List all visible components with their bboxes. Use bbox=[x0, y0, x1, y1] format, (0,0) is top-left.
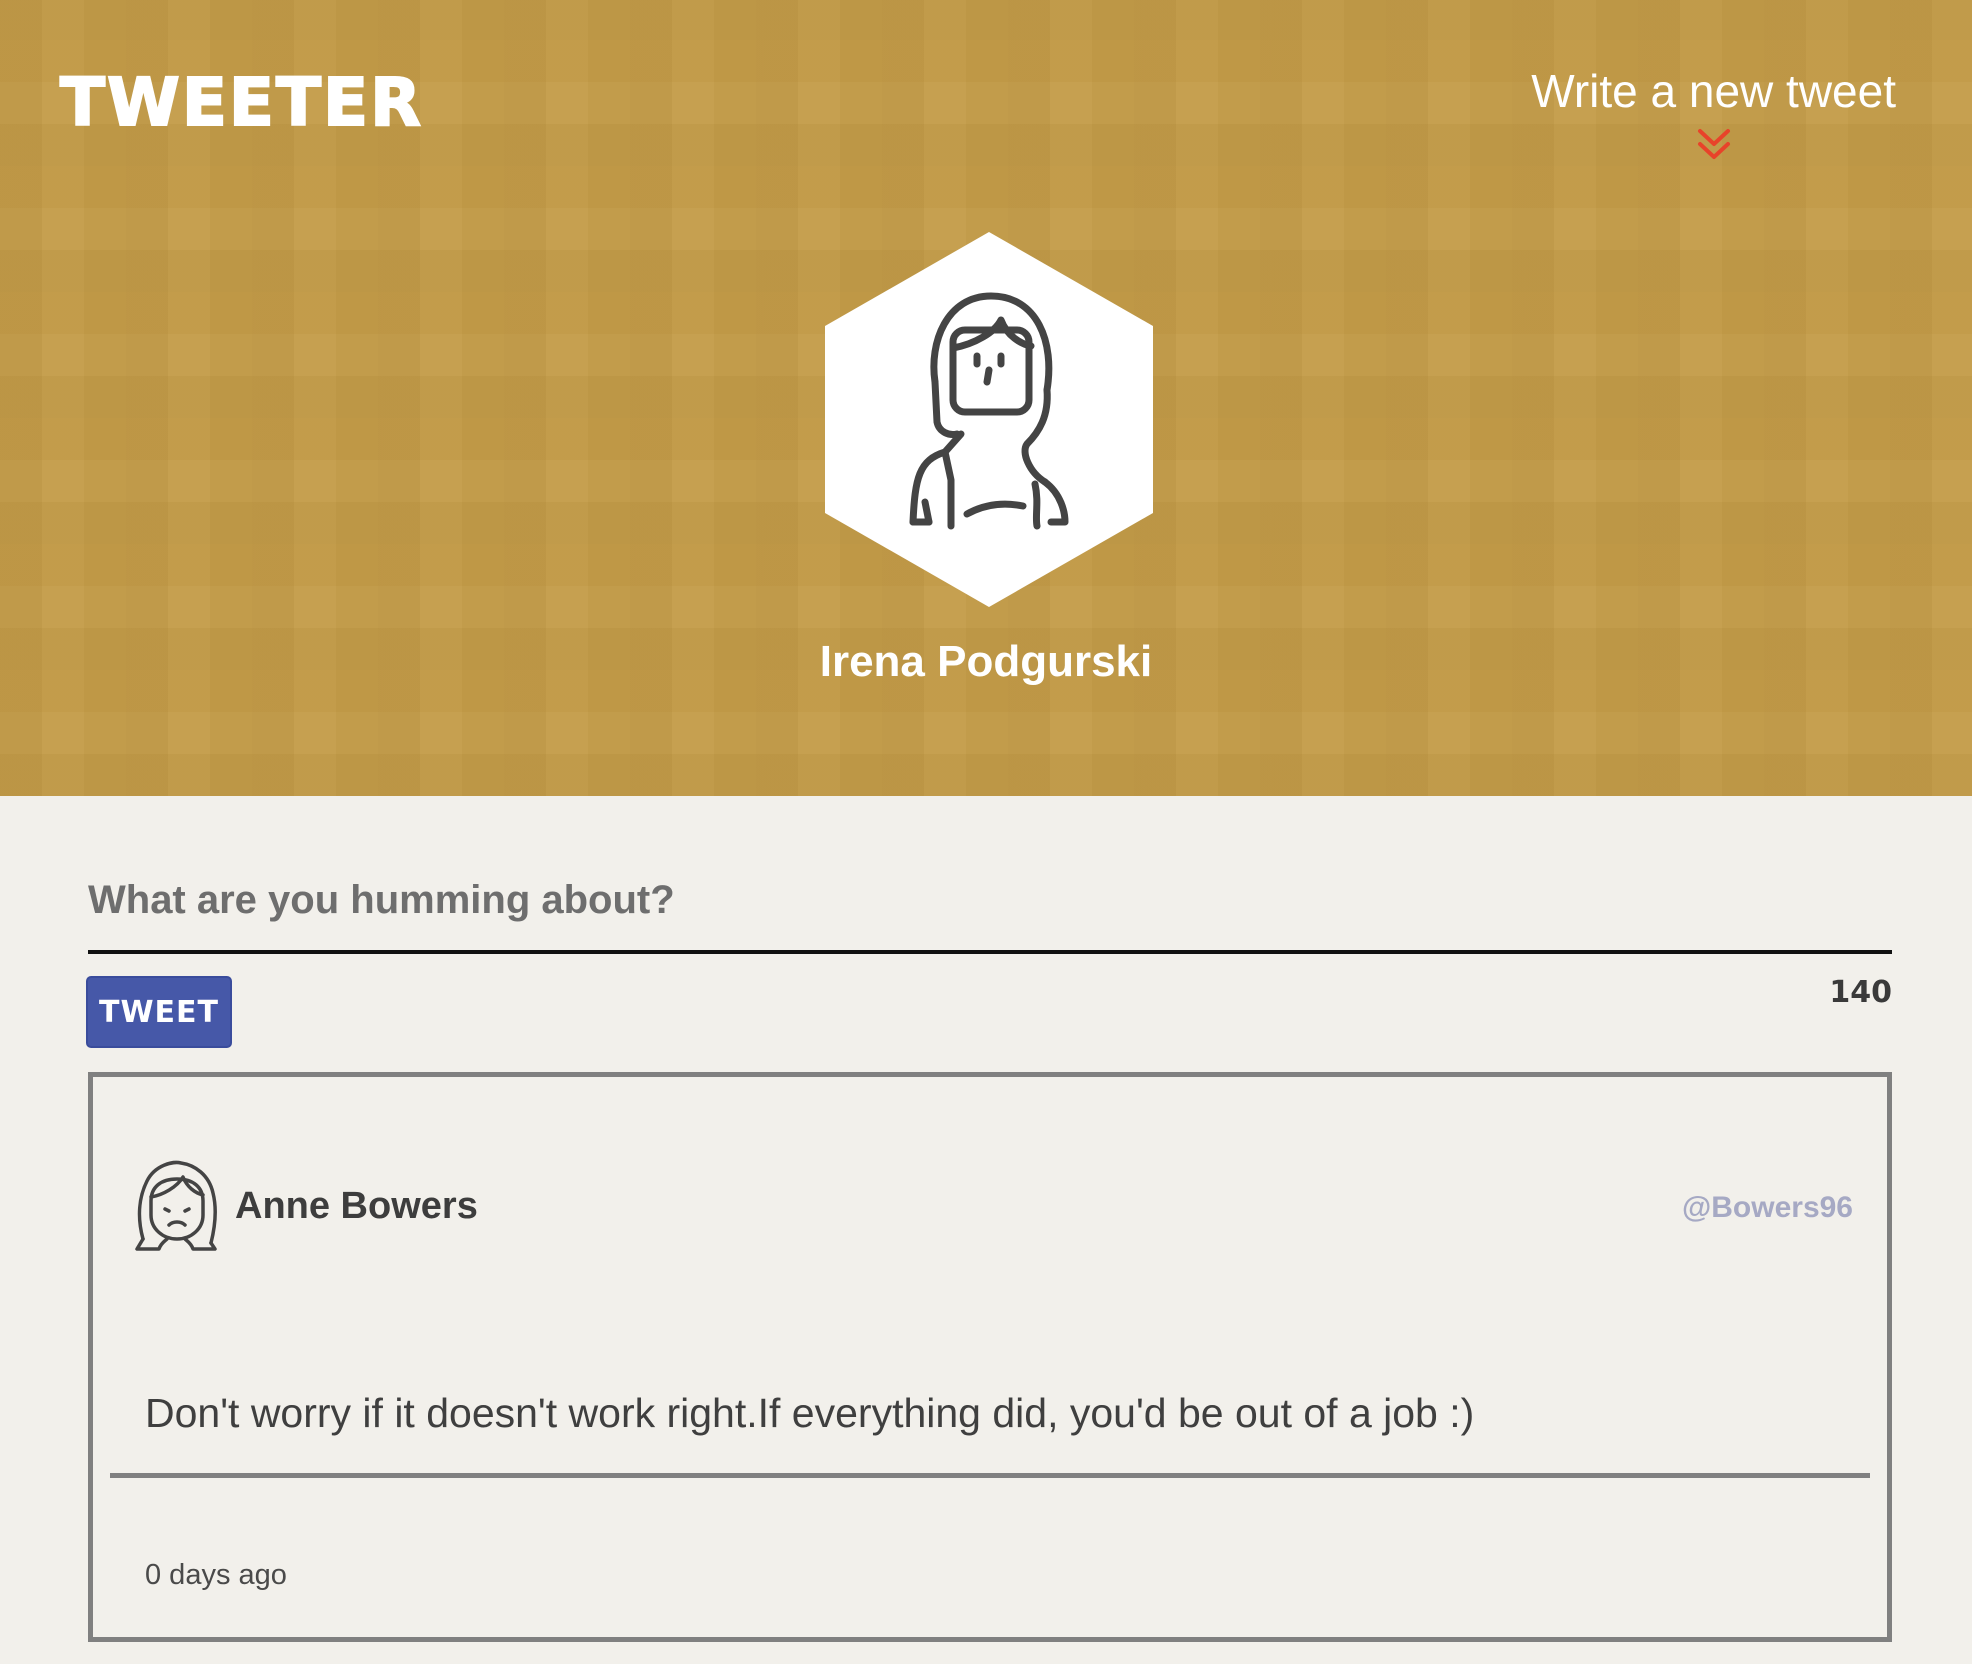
profile-name: Irena Podgurski bbox=[819, 637, 1153, 686]
tweet-timestamp: 0 days ago bbox=[145, 1559, 287, 1591]
profile-header: TWEETER Write a new tweet Irena Podgursk… bbox=[0, 0, 1972, 796]
tweet-card: Anne Bowers @Bowers96 Don't worry if it … bbox=[88, 1072, 1892, 1642]
tweet-author-name[interactable]: Anne Bowers bbox=[235, 1187, 478, 1225]
tweet-button[interactable]: TWEET bbox=[86, 976, 232, 1048]
write-new-tweet-link[interactable]: Write a new tweet bbox=[1531, 66, 1896, 165]
tweet-divider bbox=[110, 1473, 1870, 1478]
sad-woman-avatar-icon bbox=[135, 1160, 217, 1251]
tweet-compose-input[interactable] bbox=[88, 850, 1892, 954]
character-counter: 140 bbox=[1829, 975, 1892, 1010]
brand-logo[interactable]: TWEETER bbox=[59, 69, 423, 137]
tweet-text: Don't worry if it doesn't work right.If … bbox=[145, 1390, 1475, 1436]
profile-avatar bbox=[825, 232, 1153, 607]
tweet-author-handle[interactable]: @Bowers96 bbox=[1682, 1193, 1853, 1223]
write-new-tweet-label: Write a new tweet bbox=[1531, 65, 1896, 117]
double-chevron-down-icon bbox=[1697, 128, 1730, 159]
